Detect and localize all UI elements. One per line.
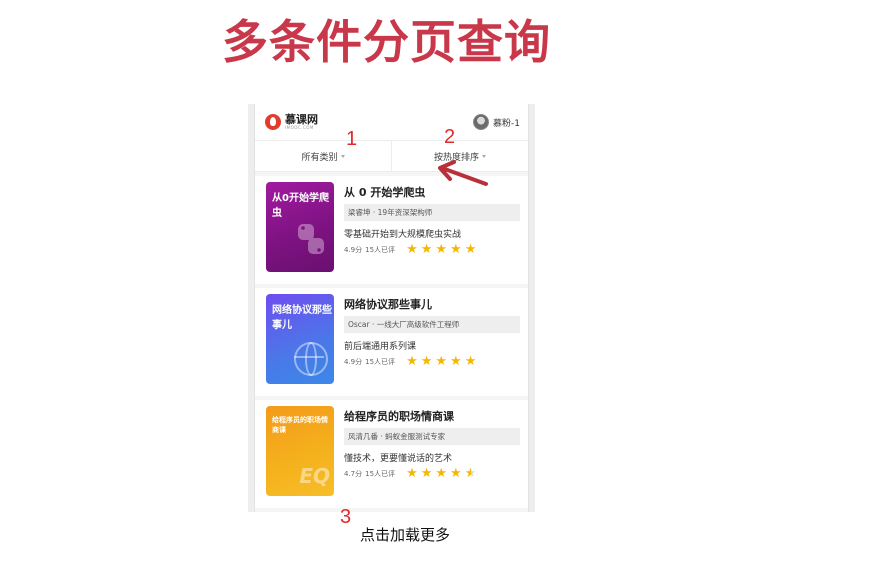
brand-name: 慕课网 [285,113,318,126]
course-cover[interactable]: 网络协议那些事儿 [266,294,334,384]
load-more-button[interactable]: 点击加载更多 [360,524,450,545]
page-heading: 多条件分页查询 [222,15,551,69]
course-teacher: 风清几番 · 蚂蚁金服测试专家 [344,428,520,445]
annotation-3: 3 [340,506,352,528]
brand-text-group: 慕课网 IMOOC.COM [285,114,318,130]
course-description: 懂技术，更要懂说话的艺术 [344,454,453,464]
half-star-icon: ★ [464,466,477,481]
course-teacher: Oscar · 一线大厂高级软件工程师 [344,316,520,333]
annotation-arrow-icon [438,160,488,186]
course-card[interactable]: 给程序员的职场情商课 EQ 给程序员的职场情商课 风清几番 · 蚂蚁金服测试专家… [255,400,528,508]
course-card[interactable]: 从0开始学爬虫 从 0 开始学爬虫 梁睿坤 · 19年资深架构师 零基础开始到大… [255,176,528,284]
star-icon: ★ [464,242,477,257]
category-filter-label: 所有类别 [301,152,338,163]
course-score: 4.9分 [344,357,363,366]
stage: 多条件分页查询 慕课网 IMOOC.COM 慕粉-1 所有类别 按热度排序 从0… [0,0,869,576]
course-info: 网络协议那些事儿 Oscar · 一线大厂高级软件工程师 前后端通用系列课 4.… [344,296,520,368]
annotation-1: 1 [346,128,358,150]
star-rating: ★ ★ ★ ★ ★ [406,467,476,480]
course-reviews: 15人已评 [365,357,396,366]
app-header: 慕课网 IMOOC.COM 慕粉-1 [255,104,528,140]
brand[interactable]: 慕课网 IMOOC.COM [265,114,318,130]
course-card[interactable]: 网络协议那些事儿 网络协议那些事儿 Oscar · 一线大厂高级软件工程师 前后… [255,288,528,396]
star-icon: ★ [464,354,477,369]
caret-down-icon [482,154,486,158]
brand-sub: IMOOC.COM [285,125,314,130]
star-icon: ★ [406,466,418,481]
star-icon: ★ [406,354,418,369]
course-info: 从 0 开始学爬虫 梁睿坤 · 19年资深架构师 零基础开始到大规模爬虫实战 4… [344,184,520,256]
course-score: 4.7分 [344,469,363,478]
star-icon: ★ [450,466,462,481]
course-reviews: 15人已评 [365,245,396,254]
user-name: 慕粉-1 [493,118,520,129]
course-cover[interactable]: 给程序员的职场情商课 EQ [266,406,334,496]
caret-down-icon [340,154,345,158]
course-rating: 4.9分 15人已评 ★ ★ ★ ★ ★ [344,355,520,368]
course-rating: 4.9分 15人已评 ★ ★ ★ ★ ★ [344,243,520,256]
user-menu[interactable]: 慕粉-1 [473,114,520,130]
cover-text: 网络协议那些事儿 [272,305,332,331]
globe-icon [294,342,328,376]
course-rating: 4.7分 15人已评 ★ ★ ★ ★ ★ [344,467,520,480]
star-icon: ★ [435,466,448,481]
star-icon: ★ [420,354,433,369]
avatar[interactable] [473,114,490,130]
star-icon: ★ [450,354,462,369]
cover-text: 从0开始学爬虫 [272,193,329,219]
python-logo-icon [294,222,328,264]
annotation-2: 2 [444,126,456,148]
course-title[interactable]: 网络协议那些事儿 [344,296,520,312]
star-icon: ★ [435,242,448,257]
course-info: 给程序员的职场情商课 风清几番 · 蚂蚁金服测试专家 懂技术，更要懂说话的艺术 … [344,408,520,480]
cover-text: 给程序员的职场情商课 [272,416,328,434]
star-rating: ★ ★ ★ ★ ★ [406,355,476,368]
brand-logo-icon [265,114,281,130]
course-list: 从0开始学爬虫 从 0 开始学爬虫 梁睿坤 · 19年资深架构师 零基础开始到大… [255,172,528,508]
course-description: 零基础开始到大规模爬虫实战 [344,230,462,240]
course-reviews: 15人已评 [365,469,396,478]
course-teacher: 梁睿坤 · 19年资深架构师 [344,204,520,221]
star-icon: ★ [420,466,433,481]
course-title[interactable]: 给程序员的职场情商课 [344,408,520,424]
star-icon: ★ [435,354,448,369]
star-rating: ★ ★ ★ ★ ★ [406,243,476,256]
category-filter-dropdown[interactable]: 所有类别 [255,141,391,171]
eq-mark-icon: EQ [299,464,330,488]
course-cover[interactable]: 从0开始学爬虫 [266,182,334,272]
course-description: 前后端通用系列课 [344,342,417,352]
star-icon: ★ [420,242,433,257]
course-score: 4.9分 [344,245,363,254]
star-icon: ★ [450,242,462,257]
star-icon: ★ [406,242,418,257]
